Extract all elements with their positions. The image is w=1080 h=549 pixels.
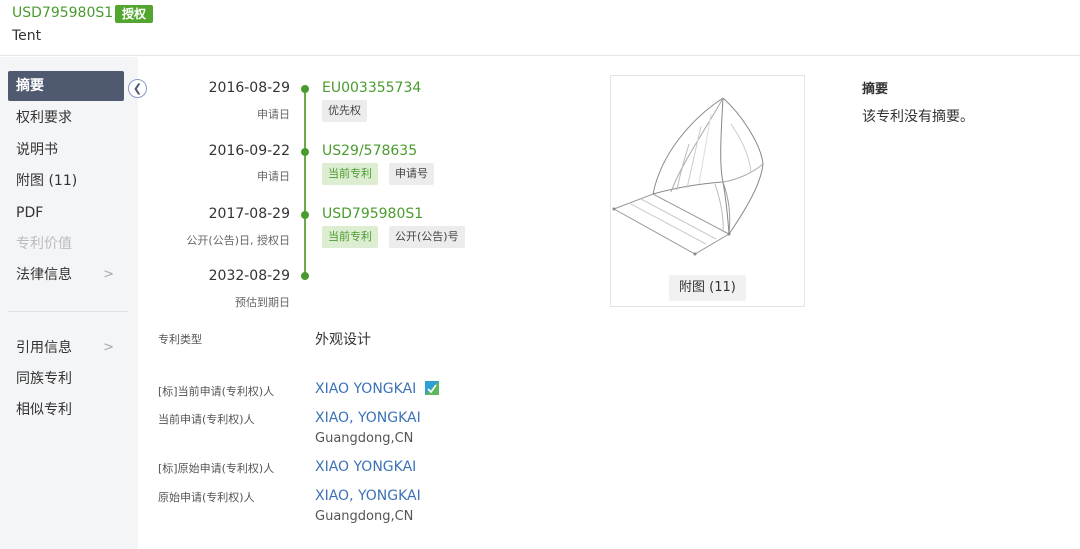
sidebar-item-claims[interactable]: 权利要求 — [8, 103, 124, 133]
current-applicant-location: Guangdong,CN — [315, 431, 414, 446]
sidebar-nav: 摘要 权利要求 说明书 附图 (11) PDF 专利价值 法律信息 > 引用信息 >… — [0, 57, 138, 549]
sidebar-item-pdf[interactable]: PDF — [8, 198, 124, 228]
sidebar-item-citation-info[interactable]: 引用信息 > — [8, 333, 124, 363]
tent-drawing-image — [612, 97, 764, 256]
std-current-applicant-label: [标]当前申请(专利权)人 — [158, 385, 275, 398]
sidebar-collapse-button[interactable]: ❮ — [128, 79, 147, 98]
sidebar-item-label: 同族专利 — [16, 371, 72, 387]
std-current-applicant-link[interactable]: XIAO YONGKAI — [315, 381, 439, 397]
sidebar-item-figures[interactable]: 附图 (11) — [8, 166, 124, 196]
timeline-label: 预估到期日 — [235, 296, 290, 309]
figure-thumbnail[interactable]: 附图 (11) — [610, 75, 805, 307]
tag-current-patent: 当前专利 — [322, 163, 378, 185]
original-applicant-label: 原始申请(专利权)人 — [158, 491, 255, 504]
sidebar-item-similar-patents[interactable]: 相似专利 — [8, 395, 124, 425]
sidebar-item-label: 说明书 — [16, 142, 58, 158]
abstract-title: 摘要 — [862, 82, 889, 97]
sidebar-item-abstract[interactable]: 摘要 — [8, 71, 124, 101]
application-number-link[interactable]: US29/578635 — [322, 143, 417, 159]
timeline-date: 2032-08-29 — [208, 268, 290, 284]
chevron-left-icon: ❮ — [132, 82, 143, 95]
tag-publication-no: 公开(公告)号 — [389, 226, 465, 248]
sidebar-item-description[interactable]: 说明书 — [8, 135, 124, 165]
tag-priority: 优先权 — [322, 100, 367, 122]
sidebar-item-label: 附图 (11) — [16, 173, 78, 189]
timeline-date: 2016-08-29 — [208, 80, 290, 96]
timeline-dot — [301, 272, 309, 280]
timeline-label: 申请日 — [257, 170, 290, 183]
timeline-line — [304, 88, 306, 275]
sidebar-item-label: 相似专利 — [16, 402, 72, 418]
original-applicant-link[interactable]: XIAO, YONGKAI — [315, 488, 421, 504]
sidebar-item-family-patents[interactable]: 同族专利 — [8, 364, 124, 394]
timeline-label: 申请日 — [257, 108, 290, 121]
timeline-date: 2017-08-29 — [208, 206, 290, 222]
tag-current-patent: 当前专利 — [322, 226, 378, 248]
std-original-applicant-link[interactable]: XIAO YONGKAI — [315, 459, 416, 475]
current-applicant-label: 当前申请(专利权)人 — [158, 413, 255, 426]
sidebar-item-label: 法律信息 — [16, 267, 72, 283]
figure-caption: 附图 (11) — [669, 275, 746, 301]
abstract-text: 该专利没有摘要。 — [862, 109, 974, 125]
patent-number: USD795980S1 — [12, 5, 114, 21]
sidebar-item-patent-value: 专利价值 — [8, 229, 124, 259]
std-original-applicant-label: [标]原始申请(专利权)人 — [158, 462, 275, 475]
priority-number-link[interactable]: EU003355734 — [322, 80, 421, 96]
sidebar-item-label: PDF — [16, 205, 44, 221]
tag-application-no: 申请号 — [389, 163, 434, 185]
timeline-label: 公开(公告)日, 授权日 — [186, 234, 290, 247]
sidebar-item-label: 引用信息 — [16, 340, 72, 356]
sidebar-item-label: 权利要求 — [16, 110, 72, 126]
sidebar-item-label: 专利价值 — [16, 236, 72, 252]
publication-number-link[interactable]: USD795980S1 — [322, 206, 423, 222]
status-badge: 授权 — [115, 5, 154, 23]
timeline-dot — [301, 211, 309, 219]
patent-header: USD795980S1 授权 Tent — [0, 0, 1080, 56]
company-icon — [424, 381, 439, 395]
sidebar-item-legal-info[interactable]: 法律信息 > — [8, 260, 124, 290]
timeline-dot — [301, 85, 309, 93]
sidebar-divider — [8, 311, 128, 312]
patent-title: Tent — [12, 28, 42, 44]
patent-type-value: 外观设计 — [315, 332, 371, 348]
timeline-dot — [301, 148, 309, 156]
chevron-right-icon: > — [103, 267, 114, 282]
patent-type-label: 专利类型 — [158, 333, 202, 346]
timeline-date: 2016-09-22 — [208, 143, 290, 159]
current-applicant-link[interactable]: XIAO, YONGKAI — [315, 410, 421, 426]
chevron-right-icon: > — [103, 340, 114, 355]
sidebar-item-label: 摘要 — [16, 78, 44, 94]
std-current-applicant-value: XIAO YONGKAI — [315, 381, 417, 397]
original-applicant-location: Guangdong,CN — [315, 509, 414, 524]
